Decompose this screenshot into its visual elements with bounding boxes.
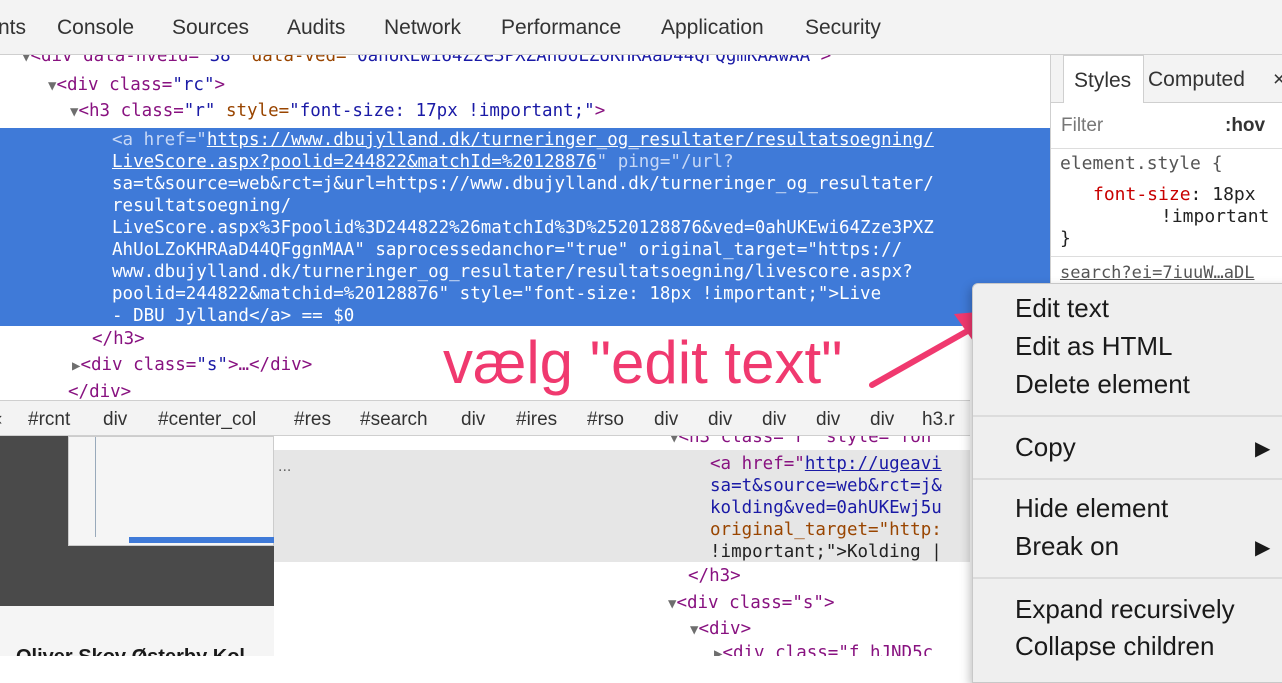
- breadcrumb-item[interactable]: #rso: [587, 401, 624, 437]
- bg-line: </h3>: [688, 566, 741, 586]
- close-icon[interactable]: ×: [1273, 55, 1282, 103]
- bg-line: ▼<div>: [690, 619, 752, 639]
- breadcrumb-item[interactable]: #center_col: [158, 401, 256, 437]
- selected-line[interactable]: www.dbujylland.dk/turneringer_og_resulta…: [112, 261, 913, 283]
- menu-item-edit-text[interactable]: Edit text: [1015, 290, 1109, 326]
- breadcrumb-item[interactable]: #ires: [516, 401, 557, 437]
- style-important: !important: [1161, 206, 1270, 227]
- tab-performance[interactable]: Performance: [501, 0, 621, 55]
- divider: [95, 437, 96, 537]
- hov-button[interactable]: :hov: [1225, 115, 1265, 137]
- tab-console[interactable]: Console: [57, 0, 134, 55]
- bg-line: kolding&ved=0ahUKEwj5u: [710, 498, 942, 518]
- bg-line: !important;">Kolding |: [710, 542, 942, 562]
- tree-line-close-h3[interactable]: </h3>: [92, 328, 145, 350]
- breadcrumb-item[interactable]: div: [461, 401, 485, 437]
- href-link[interactable]: LiveScore.aspx?poolid=244822&matchId=%20…: [112, 152, 597, 172]
- tree-line-div-s[interactable]: ▶<div class="s">…</div>: [72, 354, 312, 376]
- divider: [1051, 148, 1282, 149]
- bg-line: ▶<div class="f hJND5c: [714, 643, 934, 656]
- selected-line[interactable]: resultatsoegning/: [112, 195, 291, 217]
- tab-security[interactable]: Security: [805, 0, 881, 55]
- tab-network[interactable]: Network: [384, 0, 461, 55]
- breadcrumb-item[interactable]: div: [103, 401, 127, 437]
- selected-line[interactable]: AhUoLZoKHRAaD44QFggnMAA" saprocessedanch…: [112, 239, 902, 261]
- background-text-area: Oliver Skov Østerby Kol: [0, 606, 274, 656]
- selected-line[interactable]: poolid=244822&matchid=%20128876" style="…: [112, 283, 881, 305]
- background-card: [68, 436, 275, 546]
- breadcrumb-item[interactable]: div: [762, 401, 786, 437]
- breadcrumb-item[interactable]: #res: [294, 401, 331, 437]
- selected-line[interactable]: LiveScore.aspx%3Fpoolid%3D244822%26match…: [112, 217, 934, 239]
- selected-line[interactable]: <a href="https://www.dbujylland.dk/turne…: [112, 129, 934, 151]
- breadcrumb-item[interactable]: h3.r: [922, 401, 955, 437]
- style-closebrace: }: [1060, 228, 1071, 249]
- styles-tab-bar: Styles Computed ×: [1051, 55, 1282, 103]
- selected-line[interactable]: - DBU Jylland</a> == $0: [112, 305, 354, 327]
- annotation-text: vælg "edit text": [443, 329, 843, 396]
- style-selector: element.style {: [1060, 153, 1223, 174]
- menu-item-hide-element[interactable]: Hide element: [1015, 490, 1168, 526]
- submenu-arrow-icon: ▶: [1255, 438, 1271, 460]
- breadcrumb: ‹ #rcnt div #center_col #res #search div…: [0, 400, 970, 436]
- menu-separator: [973, 415, 1282, 417]
- divider: [1051, 256, 1282, 257]
- menu-item-expand-recursively[interactable]: Expand recursively: [1015, 591, 1235, 627]
- tab-computed[interactable]: Computed: [1148, 55, 1245, 103]
- menu-item-copy[interactable]: Copy: [1015, 429, 1076, 465]
- submenu-arrow-icon: ▶: [1255, 537, 1271, 559]
- bg-line: original_target="http:: [710, 520, 942, 540]
- style-source-link[interactable]: search?ei=7iuuW…aDL: [1060, 263, 1254, 283]
- bg-line: sa=t&source=web&rct=j&: [710, 476, 942, 496]
- breadcrumb-item[interactable]: div: [816, 401, 840, 437]
- breadcrumb-item[interactable]: div: [654, 401, 678, 437]
- menu-item-collapse-children[interactable]: Collapse children: [1015, 628, 1214, 664]
- tab-sources[interactable]: Sources: [172, 0, 249, 55]
- bg-line: <a href="http://ugeavi: [710, 454, 942, 474]
- tree-line-div-hveid[interactable]: ▼<div data-hveid="38" data-ved="0ahUKEwi…: [22, 55, 831, 67]
- selected-line[interactable]: LiveScore.aspx?poolid=244822&matchId=%20…: [112, 151, 734, 173]
- style-property[interactable]: font-size: 18px: [1093, 184, 1256, 205]
- menu-item-break-on[interactable]: Break on: [1015, 528, 1119, 564]
- second-devtools-window: ... ▼<h3 class="r" style="fon <a href="h…: [274, 436, 970, 656]
- menu-item-delete-element[interactable]: Delete element: [1015, 366, 1190, 402]
- breadcrumb-item[interactable]: div: [870, 401, 894, 437]
- bg-line: ▼<div class="s">: [668, 593, 835, 613]
- breadcrumb-item: ‹: [0, 401, 2, 437]
- tab-audits[interactable]: Audits: [287, 0, 345, 55]
- progress-strip: [129, 537, 275, 543]
- href-link[interactable]: https://www.dbujylland.dk/turneringer_og…: [207, 130, 934, 150]
- breadcrumb-item[interactable]: #rcnt: [28, 401, 70, 437]
- ellipsis-icon[interactable]: ...: [278, 458, 291, 476]
- tree-line-h3[interactable]: ▼<h3 class="r" style="font-size: 17px !i…: [70, 100, 605, 122]
- tab-styles[interactable]: Styles: [1063, 55, 1145, 103]
- breadcrumb-item[interactable]: div: [708, 401, 732, 437]
- filter-input[interactable]: Filter: [1061, 115, 1103, 137]
- context-menu: Edit text Edit as HTML Delete element Co…: [972, 283, 1282, 683]
- selected-line[interactable]: sa=t&source=web&rct=j&url=https://www.db…: [112, 173, 934, 195]
- tree-line-div-rc[interactable]: ▼<div class="rc">: [48, 74, 225, 96]
- menu-item-edit-as-html[interactable]: Edit as HTML: [1015, 328, 1173, 364]
- tab-elements[interactable]: nts: [0, 0, 26, 55]
- tab-application[interactable]: Application: [661, 0, 764, 55]
- bg-line: ▼<h3 class="r" style="fon: [670, 436, 932, 447]
- background-page: Oliver Skov Østerby Kol ... ▼<h3 class="…: [0, 436, 970, 656]
- devtools-tab-bar: nts Console Sources Audits Network Perfo…: [0, 0, 1282, 55]
- result-title[interactable]: Oliver Skov Østerby Kol: [16, 646, 245, 656]
- menu-separator: [973, 478, 1282, 480]
- breadcrumb-item[interactable]: #search: [360, 401, 428, 437]
- tree-line-close-div[interactable]: </div>: [68, 381, 131, 400]
- menu-separator: [973, 577, 1282, 579]
